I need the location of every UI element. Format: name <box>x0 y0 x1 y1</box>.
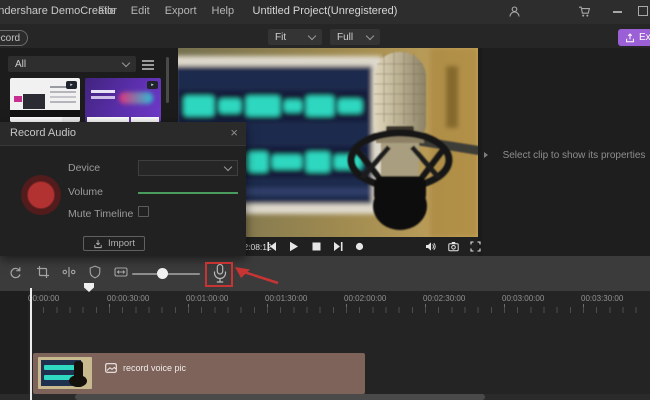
maximize-icon[interactable] <box>638 6 648 16</box>
scale-dropdown[interactable]: Full <box>330 29 380 45</box>
volume-label: Volume <box>68 186 103 198</box>
record-audio-button-inner <box>27 181 55 209</box>
mouse-cursor-icon <box>84 283 94 292</box>
chevron-down-icon <box>224 162 232 170</box>
media-filter-dropdown[interactable]: All <box>8 56 136 72</box>
video-badge-icon: ▸ <box>66 81 77 89</box>
volume-icon[interactable] <box>425 241 436 252</box>
annotation-arrow-icon <box>234 266 280 286</box>
clip-thumbnail <box>38 357 92 389</box>
thumbnail-decor <box>119 92 153 104</box>
mute-timeline-label: Mute Timeline <box>68 208 133 220</box>
play-icon[interactable] <box>288 241 299 252</box>
edit-toolbar <box>0 256 650 291</box>
media-thumbnail-purple[interactable]: ▸ <box>85 78 161 122</box>
cart-icon[interactable] <box>578 5 591 18</box>
upload-icon <box>625 33 635 43</box>
ruler-label: 00:03:30:00 <box>581 294 623 303</box>
shield-icon[interactable] <box>88 265 104 281</box>
thumbnail-decor <box>10 110 80 117</box>
track-header-strip <box>0 291 28 400</box>
collapse-arrow-icon[interactable] <box>484 152 488 158</box>
import-icon <box>93 239 103 249</box>
redo-icon[interactable] <box>8 265 24 281</box>
crop-icon[interactable] <box>36 265 52 281</box>
stop-icon[interactable] <box>311 241 322 252</box>
media-panel-scrollbar[interactable] <box>166 57 169 103</box>
device-select[interactable] <box>138 160 238 176</box>
snapshot-icon[interactable] <box>448 241 459 252</box>
ruler-label: 00:02:00:00 <box>344 294 386 303</box>
dialog-title: Record Audio <box>10 127 76 139</box>
chevron-down-icon <box>122 58 130 66</box>
split-icon[interactable] <box>62 265 78 281</box>
previous-frame-icon[interactable] <box>266 241 277 252</box>
fit-dropdown[interactable]: Fit <box>268 29 322 45</box>
thumbnail-decor <box>23 94 45 109</box>
import-button[interactable]: Import <box>83 236 145 251</box>
properties-placeholder: Select clip to show its properties <box>502 150 646 161</box>
media-thumbnail-webpage[interactable]: ▸ <box>10 78 80 122</box>
ruler-label: 00:00:30:00 <box>107 294 149 303</box>
close-icon[interactable]: × <box>230 125 238 140</box>
record-screen-button[interactable]: Record <box>0 30 28 46</box>
tool-strip <box>0 24 650 48</box>
timeline-clip[interactable]: record voice pic <box>33 353 365 394</box>
scale-dropdown-value: Full <box>337 32 353 43</box>
ruler-label: 00:01:30:00 <box>265 294 307 303</box>
chevron-down-icon <box>308 31 316 39</box>
playhead[interactable] <box>30 288 32 400</box>
expand-icon[interactable] <box>114 265 130 281</box>
thumbnail-decor <box>91 90 115 93</box>
ruler-minor-ticks <box>30 307 642 313</box>
export-button[interactable]: Export <box>618 29 650 46</box>
record-audio-dialog: Record Audio × Device Volume Mute Timeli… <box>0 122 246 256</box>
mute-timeline-checkbox[interactable] <box>138 206 149 217</box>
fullscreen-icon[interactable] <box>470 241 481 252</box>
title-bar: Wondershare DemoCreator FileEditExportHe… <box>0 0 650 24</box>
properties-panel: Select clip to show its properties <box>482 48 650 256</box>
dialog-header: Record Audio × <box>0 122 246 146</box>
project-title: Untitled Project(Unregistered) <box>0 5 650 17</box>
record-audio-button[interactable] <box>21 175 61 215</box>
timeline-hscroll-thumb[interactable] <box>75 394 485 400</box>
media-filter-value: All <box>15 59 26 70</box>
device-label: Device <box>68 162 100 174</box>
ruler-label: 00:03:00:00 <box>502 294 544 303</box>
export-button-label: Export <box>639 32 650 43</box>
minimize-icon[interactable] <box>613 11 622 13</box>
account-icon[interactable] <box>508 5 521 18</box>
record-dot-icon[interactable] <box>354 241 365 252</box>
import-button-label: Import <box>108 238 135 249</box>
thumbnail-decor <box>14 96 22 102</box>
ruler-label: 00:01:00:00 <box>186 294 228 303</box>
ruler-label: 00:00:00 <box>28 294 59 303</box>
menu-icon[interactable] <box>142 60 154 62</box>
ruler-label: 00:02:30:00 <box>423 294 465 303</box>
volume-slider[interactable] <box>138 192 238 194</box>
timeline-zoom-knob[interactable] <box>157 268 168 279</box>
picture-icon <box>105 363 117 373</box>
next-frame-icon[interactable] <box>333 241 344 252</box>
chevron-down-icon <box>366 31 374 39</box>
annotation-highlight-box <box>205 262 233 287</box>
clip-label: record voice pic <box>123 363 186 373</box>
fit-dropdown-value: Fit <box>275 32 286 43</box>
timeline-panel: 00:00:00 00:00:30:00 00:01:00:00 00:01:30:0… <box>0 291 650 400</box>
video-badge-icon: ▸ <box>147 81 158 89</box>
